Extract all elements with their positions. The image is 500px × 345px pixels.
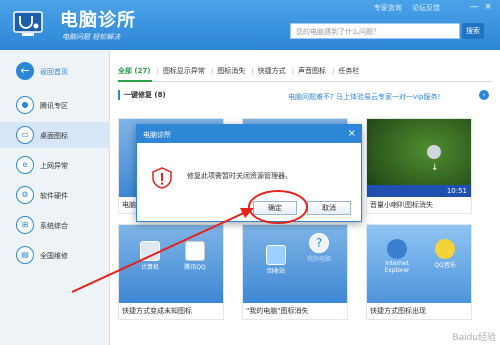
desktop-icon-label: 我的电脑 <box>306 256 331 263</box>
ie-desktop-icon: Internet Explorer <box>375 239 419 274</box>
gear-icon: ⚙ <box>16 186 34 204</box>
watermark: Baidu经验 <box>452 333 496 343</box>
back-arrow-icon: ← <box>16 62 34 80</box>
desktop-icon: ▭ <box>16 126 34 144</box>
desktop-icon-label: 计算机 <box>140 264 159 271</box>
card-image: Internet Explorer QQ音乐 <box>367 225 471 303</box>
vip-promo-link[interactable]: 电脑问题难不? 马上体验易云专家一对一vip服务! <box>288 92 440 102</box>
expert-consult-link[interactable]: 专家咨询 <box>374 4 402 12</box>
card-caption: 快捷方式变成未知图标 <box>122 307 192 315</box>
recycle-bin-icon: 回收站 <box>259 245 293 275</box>
close-button[interactable]: × <box>482 2 494 12</box>
card-caption: 快捷方式图标出现 <box>370 307 426 315</box>
tab-sound-icon[interactable]: 声音图标 <box>298 67 326 75</box>
card-image: 计算机 腾讯QQ <box>119 225 223 303</box>
problem-card[interactable]: Internet Explorer QQ音乐 快捷方式图标出现 <box>366 224 472 320</box>
my-computer-icon: ? 我的电脑 <box>299 233 339 263</box>
sub-bar: 一键修复 (8) 电脑问题难不? 马上体验易云专家一对一vip服务! › <box>118 90 493 104</box>
tab-all[interactable]: 全部 (27) <box>118 67 151 75</box>
sidebar-item-desktop-icons[interactable]: ▭ 桌面图标 <box>0 122 110 148</box>
dialog-message: 修复此项需暂时关闭资源管理器。 <box>187 172 292 180</box>
tab-taskbar[interactable]: 任务栏 <box>338 67 359 75</box>
cancel-button[interactable]: 取消 <box>307 201 351 215</box>
category-tabs: 全部 (27) | 图标显示异常 | 图标消失 | 快捷方式 | 声音图标 | 任务栏 <box>118 67 360 75</box>
card-caption: 电脑 <box>122 201 136 209</box>
search-button[interactable]: 搜索 <box>462 23 484 39</box>
back-home-button[interactable]: ← 返回首页 <box>0 58 110 84</box>
sidebar-item-label: 软件硬件 <box>40 192 68 200</box>
title-bar: 电脑诊所 电脑问题 轻松解决 专家咨询 论坛反馈 — × 您的电脑遇到了什么问题… <box>0 0 500 50</box>
qq-desktop-icon: 腾讯QQ <box>175 241 215 271</box>
problem-card[interactable]: ↓ 10:51 音量小喇叭图标消失 <box>366 118 472 214</box>
arrow-down-icon: ↓ <box>431 163 439 173</box>
app-slogan: 电脑问题 轻松解决 <box>62 33 121 41</box>
one-click-fix-label: 一键修复 (8) <box>118 90 166 100</box>
problem-card[interactable]: 回收站 ? 我的电脑 "我的电脑"图标消失 <box>242 224 348 320</box>
sidebar-item-software-hardware[interactable]: ⚙ 软件硬件 <box>0 182 110 208</box>
card-caption: 音量小喇叭图标消失 <box>370 201 433 209</box>
taskbar: 10:51 <box>367 185 471 197</box>
tab-icon-missing[interactable]: 图标消失 <box>217 67 245 75</box>
warning-icon <box>152 167 172 189</box>
desktop-icon-label: QQ音乐 <box>434 262 456 269</box>
chevron-right-icon[interactable]: › <box>479 90 489 100</box>
app-title: 电脑诊所 <box>60 10 136 31</box>
sidebar-item-system[interactable]: ⊞ 系统综合 <box>0 212 110 238</box>
sidebar-item-tencent[interactable]: ● 腾讯专区 <box>0 92 110 118</box>
forum-feedback-link[interactable]: 论坛反馈 <box>412 4 440 12</box>
minimize-button[interactable]: — <box>468 2 480 12</box>
system-icon: ⊞ <box>16 216 34 234</box>
sidebar-item-label: 上网异常 <box>40 162 68 170</box>
computer-desktop-icon: 计算机 <box>133 241 167 271</box>
sidebar-item-label: 桌面图标 <box>40 132 68 140</box>
sidebar-item-network[interactable]: e 上网异常 <box>0 152 110 178</box>
card-caption: "我的电脑"图标消失 <box>246 307 309 315</box>
card-image: ↓ 10:51 <box>367 119 471 197</box>
dialog-close-icon[interactable]: × <box>348 128 356 139</box>
top-links: 专家咨询 论坛反馈 <box>366 3 440 13</box>
sidebar-item-label: 腾讯专区 <box>40 102 68 110</box>
sidebar-item-repair[interactable]: ▤ 全国维修 <box>0 242 110 268</box>
penguin-icon: ● <box>16 96 34 114</box>
tray-clock: 10:51 <box>446 187 467 195</box>
speaker-icon <box>427 145 441 159</box>
tab-icon-display[interactable]: 图标显示异常 <box>163 67 205 75</box>
tab-divider <box>118 81 493 82</box>
ie-icon: e <box>16 156 34 174</box>
sidebar: ← 返回首页 ● 腾讯专区 ▭ 桌面图标 e 上网异常 ⚙ 软件硬件 ⊞ 系统综… <box>0 50 110 345</box>
desktop-icon-label: 回收站 <box>266 268 285 275</box>
desktop-icon-label: 腾讯QQ <box>184 264 206 271</box>
stethoscope-logo-icon <box>13 11 43 36</box>
dialog-title: 电脑诊所 <box>137 125 361 143</box>
search-input[interactable]: 您的电脑遇到了什么问题？ <box>290 23 460 39</box>
highlight-annotation <box>248 190 308 224</box>
problem-card[interactable]: 计算机 腾讯QQ 快捷方式变成未知图标 <box>118 224 224 320</box>
sidebar-item-label: 全国维修 <box>40 252 68 260</box>
sidebar-item-label: 系统综合 <box>40 222 68 230</box>
tab-shortcut[interactable]: 快捷方式 <box>258 67 286 75</box>
back-home-label: 返回首页 <box>40 68 68 76</box>
qq-music-icon: QQ音乐 <box>425 239 465 269</box>
desktop-icon-label: Internet Explorer <box>384 260 410 274</box>
active-tab-indicator <box>118 80 152 82</box>
card-image: 回收站 ? 我的电脑 <box>243 225 347 303</box>
repair-icon: ▤ <box>16 246 34 264</box>
